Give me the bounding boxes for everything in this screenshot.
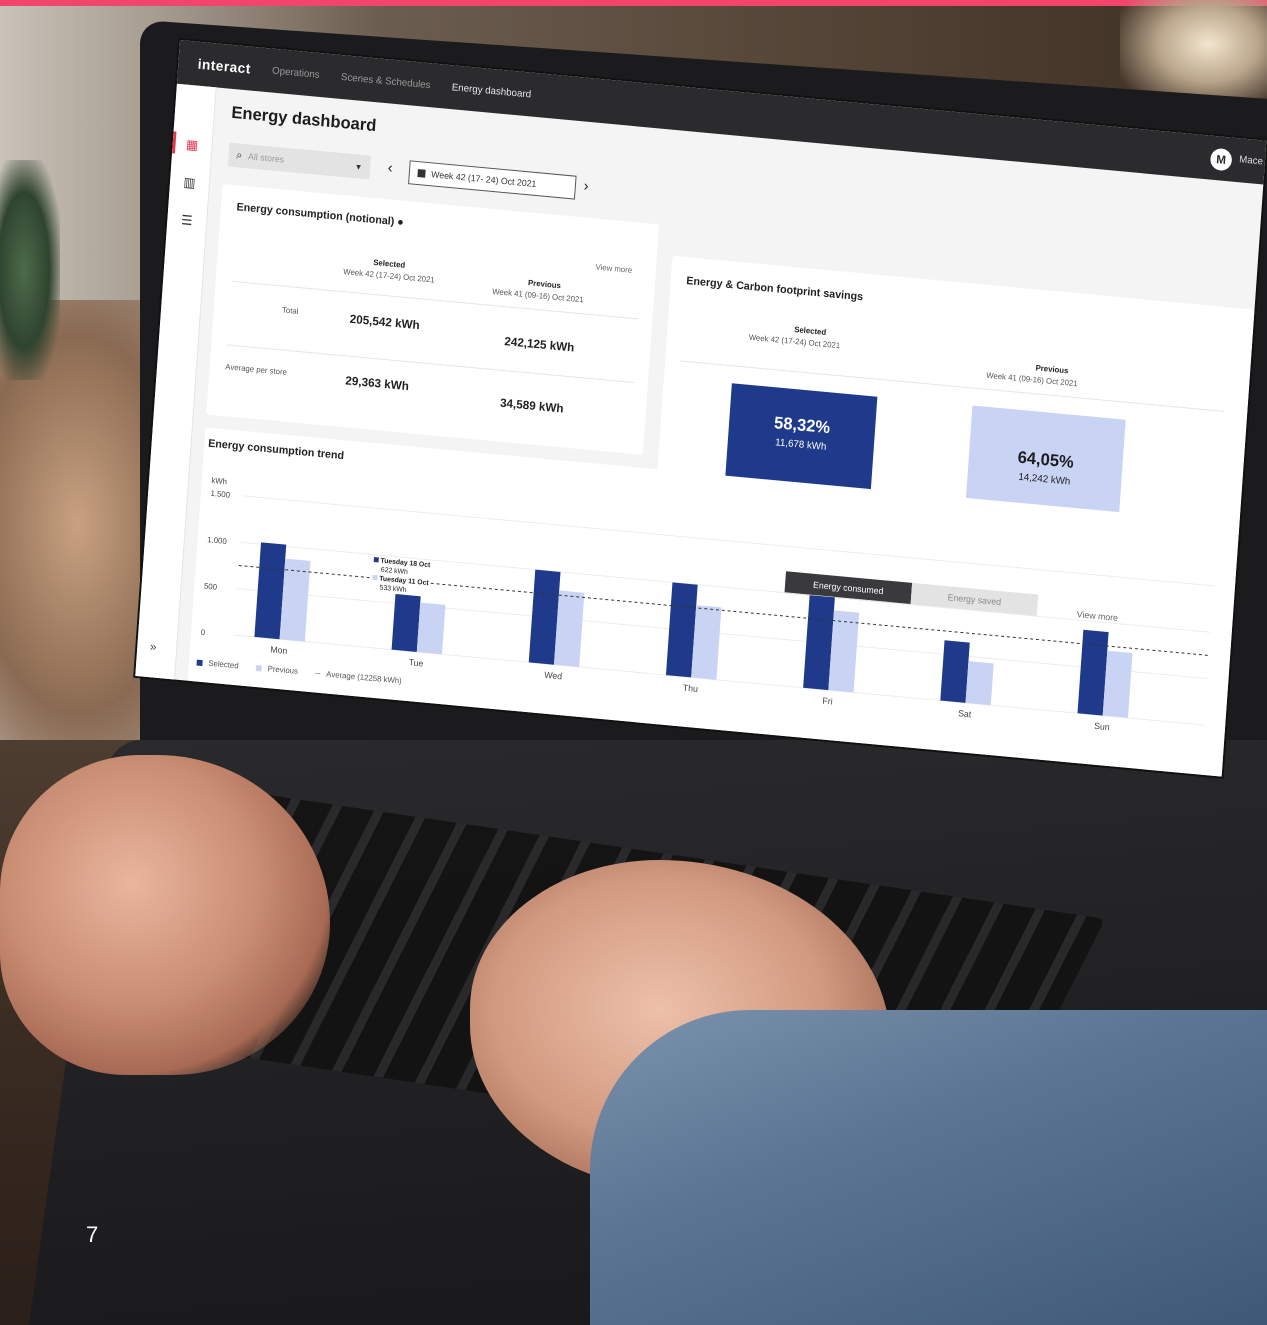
legend-average-line: -- — [315, 668, 321, 679]
savings-title: Energy & Carbon footprint savings — [685, 275, 864, 304]
total-selected-value: 205,542 kWh — [349, 311, 421, 333]
energy-consumption-card: Energy consumption (notional) ● View mor… — [206, 183, 660, 455]
chevron-down-icon: ▼ — [354, 161, 363, 172]
average-row-label: Average per store — [225, 362, 288, 377]
total-row-label: Total — [281, 305, 299, 316]
x-tick-label: Mon — [270, 644, 288, 656]
savings-selected-period: Week 42 (17-24) Oct 2021 — [748, 332, 841, 351]
next-week-button[interactable]: › — [583, 178, 589, 195]
week-picker[interactable]: Week 42 (17- 24) Oct 2021 — [408, 160, 577, 200]
grid-line — [237, 588, 1208, 680]
average-selected-value: 29,363 kWh — [344, 373, 410, 394]
selected-column-period: Week 42 (17-24) Oct 2021 — [343, 267, 435, 285]
selected-column-label: Selected — [372, 257, 406, 270]
trend-title: Energy consumption trend — [207, 437, 345, 463]
dashboard-grid-icon[interactable]: ▦ — [184, 136, 201, 153]
previous-column-period: Week 41 (09-16) Oct 2021 — [491, 287, 584, 305]
user-name[interactable]: Mace — [1239, 154, 1263, 167]
chart-tooltip: Tuesday 18 Oct 622 kWh Tuesday 11 Oct 53… — [371, 556, 431, 598]
y-axis-label: kWh — [211, 476, 227, 487]
previous-column-label: Previous — [527, 278, 562, 291]
background-plant — [0, 160, 60, 380]
savings-selected-label: Selected — [793, 325, 827, 337]
laptop-screen: interact Operations Scenes & Schedules E… — [135, 40, 1267, 777]
search-icon: ⌕ — [235, 148, 243, 162]
bar-previous-thu — [691, 605, 722, 680]
total-previous-value: 242,125 kWh — [503, 334, 575, 355]
y-tick-label: 500 — [204, 581, 218, 591]
average-previous-value: 34,589 kWh — [499, 395, 564, 416]
consumption-view-more-link[interactable]: View more — [595, 263, 632, 275]
legend-previous-swatch — [255, 664, 263, 672]
x-tick-label: Sun — [1094, 721, 1110, 733]
page-title: Energy dashboard — [230, 102, 377, 136]
brand-logo[interactable]: interact — [197, 56, 251, 77]
sweater-sleeve — [590, 1010, 1267, 1325]
x-tick-label: Sat — [958, 708, 972, 719]
store-filter-select[interactable]: ⌕ All stores ▼ — [227, 142, 372, 180]
nav-operations[interactable]: Operations — [272, 65, 320, 80]
page-number: 7 — [86, 1222, 99, 1247]
consumption-title: Energy consumption (notional) ● — [236, 201, 405, 229]
legend-selected-swatch — [196, 659, 203, 666]
bar-previous-sat — [965, 661, 994, 706]
bar-previous-sun — [1102, 650, 1133, 718]
bar-selected-sat — [940, 640, 970, 703]
bar-previous-tue — [416, 602, 446, 655]
previous-week-button[interactable]: ‹ — [387, 159, 393, 176]
nav-scenes-schedules[interactable]: Scenes & Schedules — [341, 71, 431, 90]
expand-sidebar-icon[interactable]: » — [150, 639, 157, 654]
x-tick-label: Thu — [683, 683, 699, 694]
bar-previous-wed — [553, 590, 585, 668]
list-icon[interactable]: ☰ — [178, 212, 195, 229]
info-icon[interactable]: ● — [397, 216, 404, 229]
selected-savings-box: 58,32% 11,678 kWh — [725, 383, 878, 491]
y-tick-label: 0 — [200, 628, 206, 638]
savings-previous-label: Previous — [1035, 363, 1069, 376]
store-filter-placeholder: All stores — [247, 151, 285, 165]
y-tick-label: 1.000 — [207, 535, 228, 546]
user-avatar[interactable]: M — [1209, 147, 1233, 172]
x-tick-label: Fri — [822, 696, 833, 707]
x-tick-label: Tue — [408, 657, 423, 668]
sidebar-active-marker — [172, 131, 177, 154]
y-tick-label: 1.500 — [210, 489, 231, 500]
bar-chart-icon[interactable]: ▥ — [181, 174, 198, 191]
week-label: Week 42 (17- 24) Oct 2021 — [430, 169, 537, 190]
nav-energy-dashboard[interactable]: Energy dashboard — [451, 82, 531, 100]
calendar-icon — [417, 169, 426, 178]
bar-selected-tue — [391, 591, 421, 652]
x-tick-label: Wed — [544, 670, 563, 682]
